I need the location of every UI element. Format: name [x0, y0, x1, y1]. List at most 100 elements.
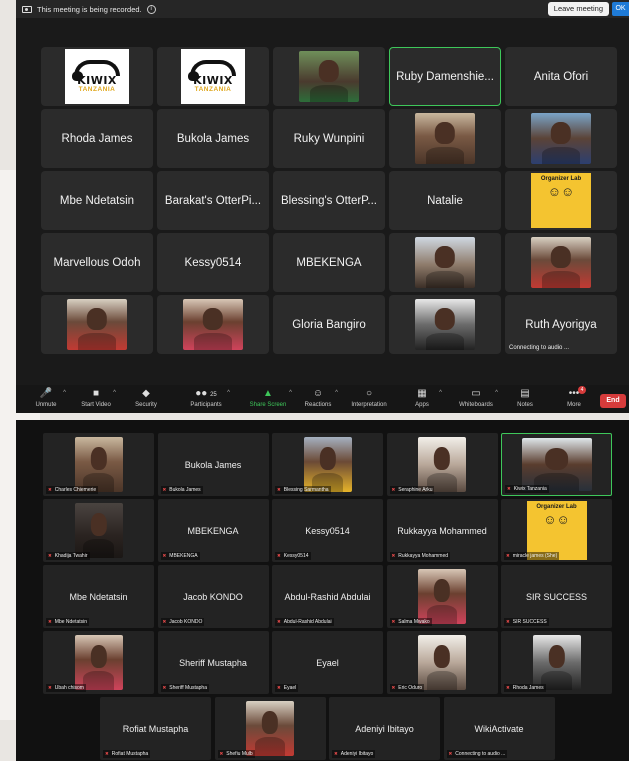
participant-tile[interactable]: Adeniyi Ibitayo Adeniyi Ibitayo [329, 697, 440, 760]
chevron-up-icon[interactable]: ^ [113, 390, 116, 396]
participant-body [541, 671, 572, 690]
participant-tile[interactable]: Ubah chisom [43, 631, 154, 694]
participant-video [418, 569, 466, 624]
interpretation-button[interactable]: ○ Interpretation [344, 388, 394, 408]
participant-tile[interactable]: Eyael Eyael [272, 631, 383, 694]
participant-tile[interactable] [505, 109, 617, 168]
participant-tile[interactable]: Shefiu Mulb [214, 697, 326, 760]
participant-tile[interactable]: Blessing Sarmantha [272, 433, 383, 496]
whiteboards-button[interactable]: ▭ Whiteboards ^ [450, 388, 502, 408]
chevron-up-icon[interactable]: ^ [495, 390, 498, 396]
participant-tile[interactable]: WikiActivate Connecting to audio ... [443, 697, 555, 760]
participant-tile[interactable]: Ruky Wunpini [273, 109, 385, 168]
participant-tile[interactable]: SIR SUCCESS SIR SUCCESS [501, 565, 612, 628]
participant-tile[interactable]: Blessing's OtterP... [273, 171, 385, 230]
leave-meeting-button[interactable]: Leave meeting [547, 2, 609, 16]
participant-tile[interactable] [505, 233, 617, 292]
participant-tile[interactable]: Salma Mwako [386, 565, 498, 628]
participant-tile[interactable]: Seraphine Arku [386, 433, 498, 496]
participant-head [434, 246, 456, 268]
participant-label: Blessing Sarmantha [275, 486, 331, 494]
end-button[interactable]: End [600, 394, 626, 408]
participant-name: Marvellous Odoh [53, 256, 141, 269]
participant-tile[interactable] [389, 109, 501, 168]
participant-tile[interactable]: Barakat's OtterPi... [157, 171, 269, 230]
participant-tile[interactable]: Rukkayya Mohammed Rukkayya Mohammed [386, 499, 498, 562]
participant-head [90, 644, 107, 668]
unmute-button[interactable]: 🎤 Unmute ^ [22, 388, 70, 408]
participant-tile[interactable]: Kessy0514 [157, 233, 269, 292]
participant-label: Sheriff Mustapha [160, 684, 209, 692]
participant-tile[interactable]: Sheriff Mustapha Sheriff Mustapha [157, 631, 269, 694]
participant-name: Adeniyi Ibitayo [355, 723, 414, 734]
security-button[interactable]: ◆ Security [122, 388, 170, 408]
participant-name: Ruky Wunpini [293, 132, 365, 145]
organizer-lab-title: Organizer Lab [536, 504, 577, 510]
participant-tile[interactable]: KIWIX TANZANIA [41, 47, 153, 106]
participant-head [90, 512, 107, 536]
participant-label: Rofiat Mustapha [103, 750, 151, 758]
chevron-up-icon[interactable]: ^ [289, 390, 292, 396]
participant-tile[interactable]: Mbe Ndetatsin Mbe Ndetatsin [43, 565, 154, 628]
reactions-icon: ☺ [312, 388, 324, 399]
participant-tile[interactable]: Anita Ofori [505, 47, 617, 106]
notes-icon: ▤ [520, 388, 530, 399]
ok-button[interactable]: OK [612, 2, 629, 16]
participant-tile[interactable]: Organizer Lab ☺☺ [505, 171, 617, 230]
participant-tile[interactable]: Rhoda James [41, 109, 153, 168]
chevron-up-icon[interactable]: ^ [63, 390, 66, 396]
more-button[interactable]: ••• 4 More [552, 386, 596, 408]
participant-label: Seraphine Arku [389, 486, 435, 494]
participant-tile[interactable]: Rofiat Mustapha Rofiat Mustapha [100, 697, 211, 760]
participant-body [425, 332, 465, 350]
chevron-up-icon[interactable]: ^ [439, 390, 442, 396]
notes-button[interactable]: ▤ Notes [502, 388, 548, 408]
participant-tile[interactable]: Bukola James Bukola James [157, 433, 269, 496]
participant-tile[interactable]: Rhoda James [501, 631, 612, 694]
participant-tile[interactable]: MBEKENGA [273, 233, 385, 292]
participant-tile[interactable]: Kessy0514 Kessy0514 [272, 499, 383, 562]
kiwix-tanzania-logo: KIWIX TANZANIA [181, 49, 245, 104]
participant-tile[interactable]: Gloria Bangiro [273, 295, 385, 354]
apps-button[interactable]: ▦ Apps ^ [398, 388, 446, 408]
participant-tile[interactable] [273, 47, 385, 106]
zoom-screenshot-bottom: Charles ChiemerieBukola JamesBukola Jame… [16, 420, 629, 761]
more-label: More [567, 402, 581, 408]
participant-tile[interactable]: Eric Oduro [386, 631, 498, 694]
participant-name: Sheriff Mustapha [179, 657, 247, 668]
participant-tile[interactable]: Marvellous Odoh [41, 233, 153, 292]
participant-tile[interactable]: Organizer Lab ☺☺ miracle james (She) [501, 499, 612, 562]
share-screen-label: Share Screen [249, 402, 287, 408]
participant-tile[interactable]: Charles Chiemerie [43, 433, 154, 496]
participant-tile[interactable]: Jacob KONDO Jacob KONDO [157, 565, 269, 628]
participant-tile[interactable]: Mbe Ndetatsin [41, 171, 153, 230]
participant-name: Bukola James [176, 132, 250, 145]
participant-tile[interactable] [157, 295, 269, 354]
participant-tile[interactable] [41, 295, 153, 354]
participant-tile[interactable]: Ruth Ayorigya Connecting to audio ... [505, 295, 617, 354]
participant-name: Anita Ofori [533, 70, 589, 83]
participants-button[interactable]: ●● 25 Participants ^ [178, 388, 234, 408]
participant-video [246, 701, 294, 756]
participant-video [74, 635, 123, 690]
info-icon[interactable]: i [146, 4, 156, 14]
participant-tile[interactable] [389, 233, 501, 292]
reactions-button[interactable]: ☺ Reactions ^ [294, 388, 342, 408]
participant-video [415, 299, 475, 350]
participant-tile[interactable]: Khadija Twahir [43, 499, 154, 562]
participant-tile[interactable]: MBEKENGA MBEKENGA [157, 499, 269, 562]
participant-video [532, 635, 581, 690]
participant-video [74, 503, 123, 558]
participant-tile[interactable]: KIWIX TANZANIA [157, 47, 269, 106]
globe-icon: ○ [365, 388, 373, 399]
chevron-up-icon[interactable]: ^ [227, 390, 230, 396]
share-screen-button[interactable]: ▲ Share Screen ^ [240, 388, 296, 408]
chevron-up-icon[interactable]: ^ [335, 390, 338, 396]
participant-tile[interactable]: Bukola James [157, 109, 269, 168]
start-video-button[interactable]: ■ Start Video ^ [72, 388, 120, 408]
participant-tile[interactable]: Abdul-Rashid Abdulai Abdul-Rashid Abdulai [272, 565, 383, 628]
participant-tile[interactable] [389, 295, 501, 354]
participant-tile[interactable]: Natalie [389, 171, 501, 230]
participant-tile[interactable]: Kiwix Tanzania [501, 433, 612, 496]
participant-tile[interactable]: Ruby Damenshie... [389, 47, 501, 106]
